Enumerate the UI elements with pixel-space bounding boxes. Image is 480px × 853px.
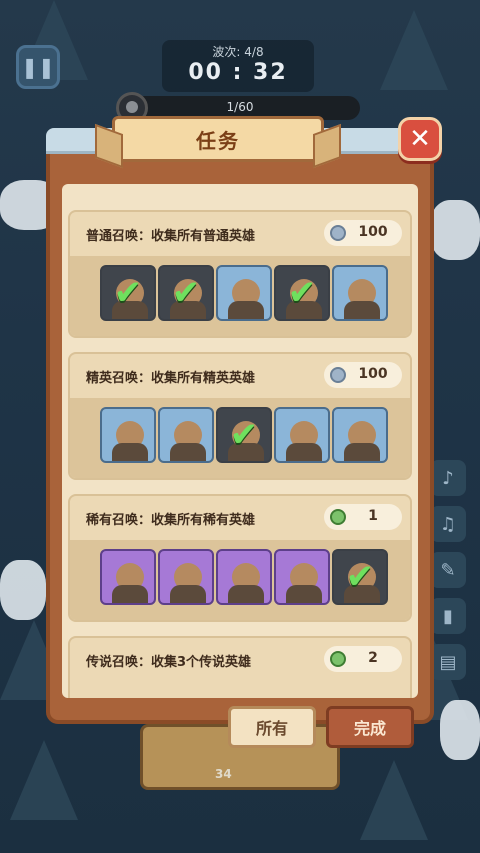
quest-header: 稀有召唤：收集所有稀有英雄 1 <box>70 496 410 538</box>
hero-body <box>228 301 264 319</box>
dialog-title-banner: 任务 <box>112 116 324 162</box>
reward-value: 2 <box>368 650 378 666</box>
quest-header: 精英召唤：收集所有精英英雄 100 <box>70 354 410 396</box>
quest-header: 普通召唤：收集所有普通英雄 100 <box>70 212 410 254</box>
quest-heroes-row: ✔ <box>70 398 410 478</box>
hero-knight-icon[interactable]: ✔ <box>158 265 214 321</box>
snow-patch <box>0 560 46 620</box>
sound-icon[interactable]: ♪ <box>430 460 466 496</box>
hero-dark-ranger-icon[interactable]: ✔ <box>332 549 388 605</box>
hero-elf-icon[interactable] <box>332 265 388 321</box>
quest-title: 普通召唤：收集所有普通英雄 <box>86 229 256 244</box>
hero-body <box>286 443 322 461</box>
quest-card: 普通召唤：收集所有普通英雄 100 ✔ ✔ ✔ <box>68 210 412 338</box>
all-button[interactable]: 所有 <box>228 706 316 748</box>
hero-list: ✔ <box>100 407 388 463</box>
hero-body <box>286 585 322 603</box>
done-button[interactable]: 完成 <box>326 706 414 748</box>
reward-badge: 1 <box>324 504 402 530</box>
hero-body <box>170 443 206 461</box>
tree-decoration <box>10 740 78 820</box>
checkmark-icon: ✔ <box>229 415 259 455</box>
pause-button[interactable]: ❚❚ <box>16 45 60 89</box>
hero-demon-icon[interactable] <box>332 407 388 463</box>
book-icon[interactable]: ▤ <box>430 644 466 680</box>
hero-archer-icon[interactable]: ✔ <box>274 265 330 321</box>
green-gem-icon <box>330 651 346 667</box>
quest-list[interactable]: 普通召唤：收集所有普通英雄 100 ✔ ✔ ✔ 精英召唤：收集所有精英英雄 100 … <box>62 184 418 698</box>
quest-card: 稀有召唤：收集所有稀有英雄 1 ✔ <box>68 494 412 622</box>
reward-value: 100 <box>358 224 388 240</box>
snow-patch <box>440 700 480 760</box>
wave-label: 波次: 4/8 <box>212 45 264 59</box>
hero-list: ✔ <box>100 549 388 605</box>
checkmark-icon: ✔ <box>287 273 317 313</box>
enemy-count: 1/60 <box>226 100 254 114</box>
wave-panel: 波次: 4/8 00 : 32 <box>162 40 314 92</box>
hero-body <box>344 443 380 461</box>
snow-patch <box>430 200 480 260</box>
hero-body <box>170 585 206 603</box>
green-gem-icon <box>330 509 346 525</box>
reward-badge: 2 <box>324 646 402 672</box>
pause-icon: ❚❚ <box>21 55 55 79</box>
quest-card: 传说召唤：收集3个传说英雄 2 <box>68 636 412 698</box>
hero-harpist-icon[interactable] <box>158 549 214 605</box>
hero-body <box>228 585 264 603</box>
music-icon[interactable]: ♫ <box>430 506 466 542</box>
quest-title: 精英召唤：收集所有精英英雄 <box>86 371 256 386</box>
hero-wizard-icon[interactable] <box>216 549 272 605</box>
close-icon: ✕ <box>409 124 431 154</box>
checkmark-icon: ✔ <box>113 273 143 313</box>
reward-value: 100 <box>358 366 388 382</box>
hero-nun-icon[interactable] <box>274 407 330 463</box>
tree-decoration <box>360 760 428 840</box>
hero-crystal-icon[interactable] <box>100 549 156 605</box>
quest-card: 精英召唤：收集所有精英英雄 100 ✔ <box>68 352 412 480</box>
chest-cost: 34 <box>215 767 232 781</box>
hero-spirit-icon[interactable] <box>216 265 272 321</box>
checkmark-icon: ✔ <box>345 557 375 597</box>
wave-timer: 00 : 32 <box>188 60 288 85</box>
stats-icon[interactable]: ▮ <box>430 598 466 634</box>
tree-decoration <box>380 10 448 90</box>
hero-rogue-icon[interactable]: ✔ <box>100 265 156 321</box>
hero-body <box>344 301 380 319</box>
hero-blonde-archer-icon[interactable] <box>100 407 156 463</box>
quest-title: 稀有召唤：收集所有稀有英雄 <box>86 513 256 528</box>
quest-heroes-row: ✔ ✔ ✔ <box>70 256 410 336</box>
hero-body <box>112 443 148 461</box>
chat-icon[interactable]: ✎ <box>430 552 466 588</box>
silver-coin-icon <box>330 367 346 383</box>
quest-heroes-row: ✔ <box>70 540 410 620</box>
hero-hooded-icon[interactable]: ✔ <box>216 407 272 463</box>
dialog-title: 任务 <box>196 128 240 153</box>
close-button[interactable]: ✕ <box>398 117 442 161</box>
reward-badge: 100 <box>324 362 402 388</box>
hero-body <box>112 585 148 603</box>
quest-header: 传说召唤：收集3个传说英雄 2 <box>70 638 410 680</box>
reward-badge: 100 <box>324 220 402 246</box>
hero-owl-icon[interactable] <box>274 549 330 605</box>
side-menu: ♪ ♫ ✎ ▮ ▤ <box>430 460 470 690</box>
silver-coin-icon <box>330 225 346 241</box>
reward-value: 1 <box>368 508 378 524</box>
hero-list: ✔ ✔ ✔ <box>100 265 388 321</box>
hero-hammer-icon[interactable] <box>158 407 214 463</box>
quest-title: 传说召唤：收集3个传说英雄 <box>86 655 252 670</box>
checkmark-icon: ✔ <box>171 273 201 313</box>
